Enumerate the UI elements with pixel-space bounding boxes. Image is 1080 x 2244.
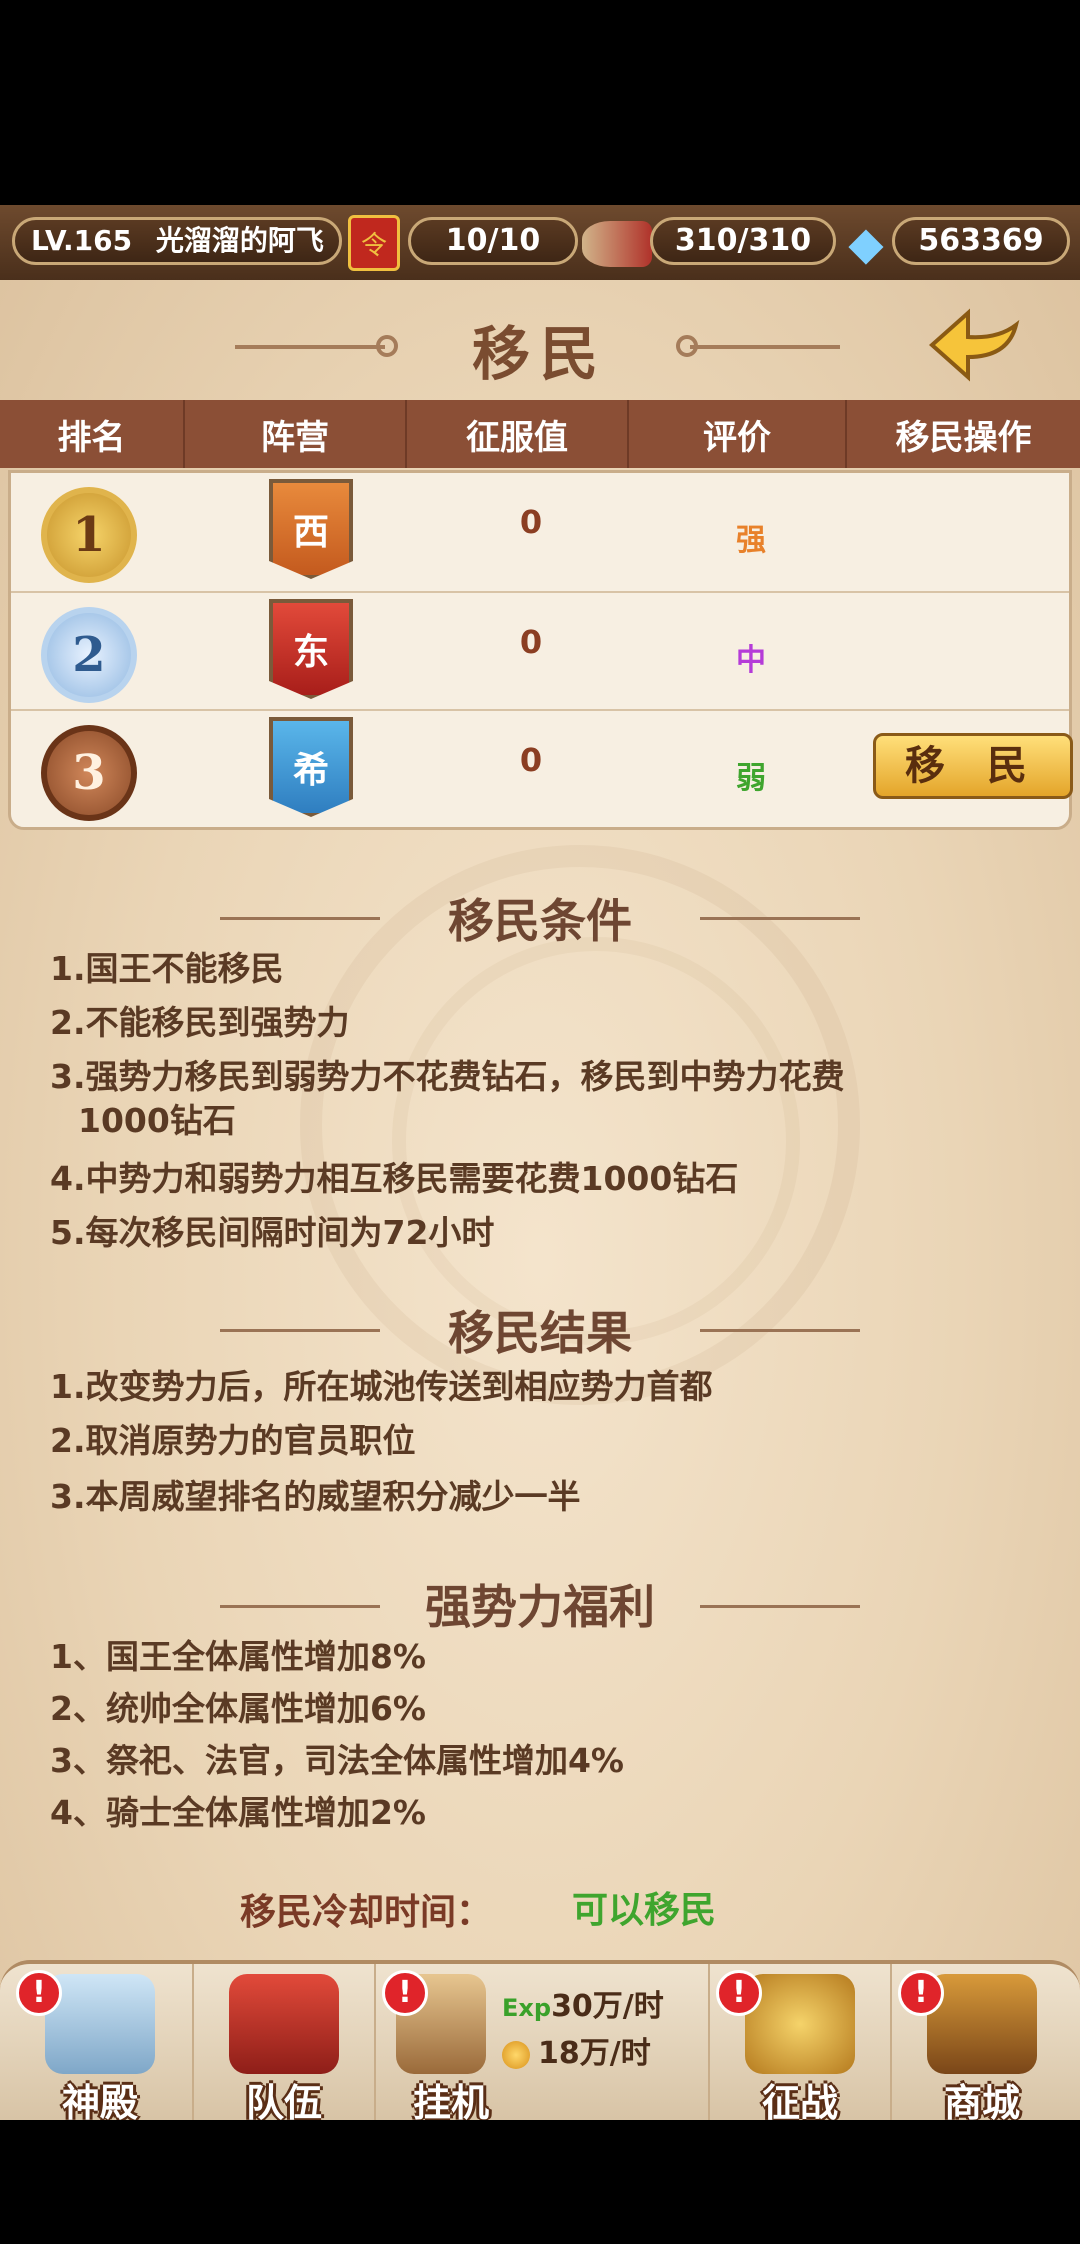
- alert-icon: !: [382, 1970, 428, 2016]
- table-row: 3 希 0 弱 移 民: [11, 709, 1073, 827]
- back-button[interactable]: [928, 305, 1023, 385]
- nav-shop[interactable]: 商城 !: [890, 1964, 1070, 2120]
- nav-label: 神殿: [61, 2081, 138, 2120]
- coin-icon: [502, 2040, 530, 2069]
- rank-medal-bronze-icon: 3: [41, 725, 137, 821]
- results-title: 移民结果: [448, 1306, 632, 1360]
- benefit-item: 2、统帅全体属性增加6%: [50, 1689, 426, 1728]
- rank-medal-silver-icon: 2: [41, 607, 137, 703]
- faction-rating: 强: [736, 523, 766, 558]
- benefit-item: 4、骑士全体属性增加2%: [50, 1793, 426, 1832]
- rank-medal-gold-icon: 1: [41, 487, 137, 583]
- player-level: LV.165: [31, 224, 133, 257]
- nav-temple[interactable]: 神殿 !: [10, 1964, 190, 2120]
- condition-item: 3.强势力移民到弱势力不花费钻石，移民到中势力花费: [50, 1057, 845, 1096]
- status-bar: LV.165 光溜溜的阿飞 令 10/10 310/310 ◆ 563369: [0, 205, 1080, 280]
- result-item: 1.改变势力后，所在城池传送到相应势力首都: [50, 1367, 713, 1406]
- ranking-table-header: 排名 阵营 征服值 评价 移民操作: [0, 400, 1080, 468]
- faction-banner: 东: [269, 599, 353, 699]
- conquest-value: 0: [519, 741, 543, 779]
- faction-rating: 弱: [736, 761, 766, 796]
- condition-item: 4.中势力和弱势力相互移民需要花费1000钻石: [50, 1159, 739, 1198]
- migrate-button[interactable]: 移 民: [873, 733, 1073, 799]
- benefit-item: 3、祭祀、法官，司法全体属性增加4%: [50, 1741, 624, 1780]
- nav-label: 征战: [761, 2081, 838, 2120]
- condition-item: 5.每次移民间隔时间为72小时: [50, 1213, 495, 1252]
- result-item: 2.取消原势力的官员职位: [50, 1421, 416, 1460]
- alert-icon: !: [716, 1970, 762, 2016]
- ranking-table: 1 西 0 强 2 东 0 中 3 希 0 弱 移 民: [8, 470, 1073, 830]
- player-name: 光溜溜的阿飞: [155, 224, 324, 257]
- conquest-value: 0: [519, 623, 543, 661]
- benefit-item: 1、国王全体属性增加8%: [50, 1637, 426, 1676]
- scroll-icon: 令: [348, 215, 400, 271]
- column-conquest: 征服值: [407, 400, 629, 468]
- column-action: 移民操作: [895, 417, 1032, 458]
- nav-label: 商城: [943, 2081, 1020, 2120]
- stamina-counter: 10/10: [408, 217, 578, 265]
- ornament-right: [700, 917, 860, 920]
- nav-battle[interactable]: 征战 !: [708, 1964, 888, 2120]
- ornament-right: [700, 1605, 860, 1608]
- page-title: 移民: [471, 320, 608, 388]
- faction-rating: 中: [736, 643, 766, 678]
- benefits-title: 强势力福利: [425, 1580, 655, 1634]
- table-row: 1 西 0 强: [11, 473, 1069, 591]
- ornament-right: [690, 345, 840, 349]
- condition-item: 2.不能移民到强势力: [50, 1003, 350, 1042]
- diamond-counter: 563369: [892, 217, 1070, 265]
- back-arrow-icon: [928, 308, 1020, 382]
- condition-item: 1.国王不能移民: [50, 949, 284, 988]
- nav-idle[interactable]: 挂机 ! Exp30万/时 18万/时: [374, 1964, 704, 2120]
- idle-exp-rate: 30万/时: [551, 1989, 664, 2024]
- exp-icon: Exp: [502, 1994, 552, 2022]
- nav-label: 挂机: [412, 2081, 489, 2120]
- bottom-nav: 神殿 ! 队伍 挂机 ! Exp30万/时 18万/时 征战 ! 商城 !: [0, 1960, 1080, 2120]
- nav-label: 队伍: [245, 2081, 322, 2120]
- energy-counter: 310/310: [650, 217, 836, 265]
- conditions-title: 移民条件: [448, 894, 632, 948]
- conquest-value: 0: [519, 503, 543, 541]
- table-row: 2 东 0 中: [11, 591, 1069, 709]
- horn-icon: [582, 221, 652, 267]
- cooldown-label: 移民冷却时间：: [240, 1892, 493, 1933]
- faction-banner: 希: [269, 717, 353, 817]
- column-faction: 阵营: [185, 400, 407, 468]
- idle-rewards: Exp30万/时 18万/时: [502, 1984, 664, 2077]
- migration-screen: LV.165 光溜溜的阿飞 令 10/10 310/310 ◆ 563369 移…: [0, 205, 1080, 2120]
- faction-banner: 西: [269, 479, 353, 579]
- alert-icon: !: [16, 1970, 62, 2016]
- idle-coin-rate: 18万/时: [538, 2036, 651, 2071]
- player-info[interactable]: LV.165 光溜溜的阿飞: [12, 217, 342, 265]
- page-header: 移民: [0, 295, 1080, 395]
- alert-icon: !: [898, 1970, 944, 2016]
- ornament-right: [700, 1329, 860, 1332]
- column-rating: 评价: [629, 400, 847, 468]
- column-rank: 排名: [0, 400, 185, 468]
- team-banner-icon: [229, 1974, 339, 2074]
- nav-team[interactable]: 队伍: [192, 1964, 372, 2120]
- condition-item: 1000钻石: [78, 1101, 236, 1140]
- diamond-icon: ◆: [848, 216, 884, 270]
- result-item: 3.本周威望排名的威望积分减少一半: [50, 1477, 581, 1516]
- cooldown-status: 可以移民: [572, 1890, 717, 1931]
